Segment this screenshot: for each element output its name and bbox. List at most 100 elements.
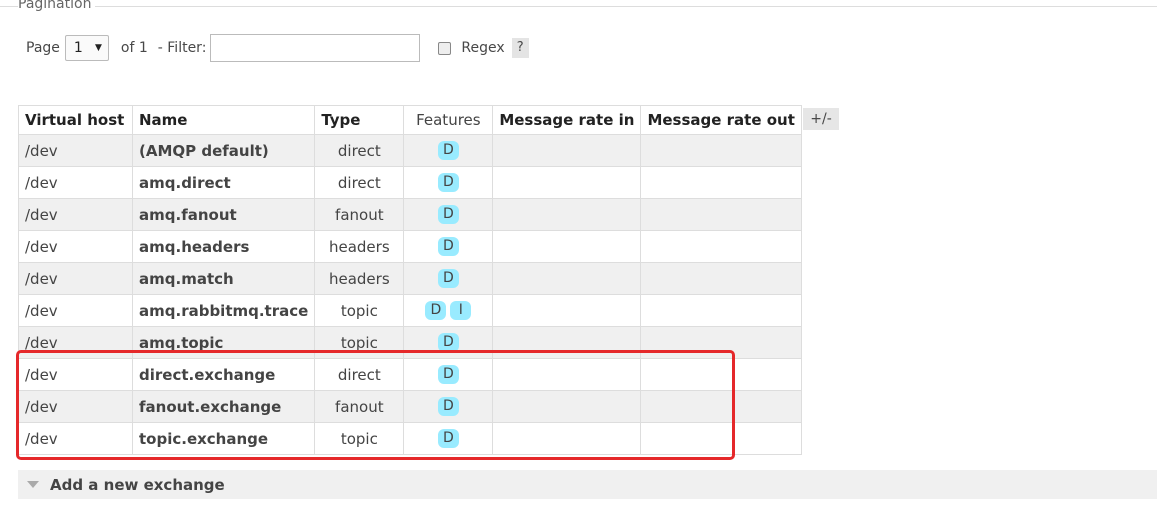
cell-message-rate-in: [492, 326, 642, 359]
cell-type: headers: [314, 262, 405, 295]
cell-message-rate-in: [492, 294, 642, 327]
cell-exchange-name-link[interactable]: amq.headers: [131, 230, 316, 263]
pagination-legend: Pagination: [18, 0, 96, 12]
cell-features: D: [403, 358, 494, 391]
cell-features: D: [403, 166, 494, 199]
cell-message-rate-in: [492, 198, 642, 231]
exchanges-table: Virtual host Name Type Features Message …: [18, 105, 802, 455]
cell-message-rate-out: [640, 166, 802, 199]
column-toggle-button[interactable]: +/-: [803, 108, 839, 130]
table-row[interactable]: /dev amq.fanout fanout D: [18, 198, 802, 231]
page-select-value: 1: [73, 40, 83, 56]
table-row[interactable]: /dev topic.exchange topic D: [18, 422, 802, 455]
table-row[interactable]: /dev amq.direct direct D: [18, 166, 802, 199]
cell-message-rate-out: [640, 358, 802, 391]
cell-exchange-name-link[interactable]: amq.fanout: [131, 198, 316, 231]
cell-virtual-host: /dev: [18, 166, 133, 199]
triangle-down-icon: [27, 481, 39, 488]
cell-exchange-name-link[interactable]: (AMQP default): [131, 134, 316, 167]
table-row[interactable]: /dev (AMQP default) direct D: [18, 134, 802, 167]
cell-exchange-name-link[interactable]: amq.topic: [131, 326, 316, 359]
table-row[interactable]: /dev direct.exchange direct D: [18, 358, 802, 391]
table-row[interactable]: /dev amq.rabbitmq.trace topic D I: [18, 294, 802, 327]
cell-virtual-host: /dev: [18, 422, 133, 455]
regex-label: Regex: [461, 40, 505, 56]
table-row[interactable]: /dev fanout.exchange fanout D: [18, 390, 802, 423]
regex-help-button[interactable]: ?: [511, 38, 529, 58]
filter-label: - Filter:: [157, 40, 207, 56]
feature-badge: D: [437, 141, 459, 160]
cell-type: topic: [314, 326, 405, 359]
cell-message-rate-out: [640, 326, 802, 359]
cell-type: topic: [314, 422, 405, 455]
header-virtual-host[interactable]: Virtual host: [18, 105, 133, 135]
cell-message-rate-in: [492, 390, 642, 423]
dropdown-arrow-icon: ▼: [94, 43, 102, 53]
table-row[interactable]: /dev amq.match headers D: [18, 262, 802, 295]
header-type[interactable]: Type: [314, 105, 405, 135]
cell-exchange-name-link[interactable]: topic.exchange: [131, 422, 316, 455]
header-message-rate-out[interactable]: Message rate out: [640, 105, 802, 135]
regex-checkbox[interactable]: [438, 41, 452, 55]
cell-type: direct: [314, 134, 405, 167]
feature-badge: I: [450, 301, 472, 320]
feature-badge: D: [437, 173, 459, 192]
cell-virtual-host: /dev: [18, 294, 133, 327]
feature-badge: D: [437, 205, 459, 224]
cell-features: DI: [403, 294, 494, 327]
cell-features: D: [403, 422, 494, 455]
cell-virtual-host: /dev: [18, 262, 133, 295]
cell-exchange-name-link[interactable]: amq.direct: [131, 166, 316, 199]
pagination-controls: Page 1 ▼ of 1 - Filter: Regex ?: [26, 33, 529, 63]
table-row[interactable]: /dev amq.topic topic D: [18, 326, 802, 359]
cell-message-rate-out: [640, 294, 802, 327]
feature-badge: D: [437, 237, 459, 256]
pagination-fieldset: Pagination: [0, 0, 1157, 12]
cell-virtual-host: /dev: [18, 326, 133, 359]
table-header-row: Virtual host Name Type Features Message …: [18, 105, 802, 135]
cell-virtual-host: /dev: [18, 198, 133, 231]
cell-exchange-name-link[interactable]: amq.match: [131, 262, 316, 295]
cell-features: D: [403, 134, 494, 167]
feature-badge: D: [437, 269, 459, 288]
cell-features: D: [403, 390, 494, 423]
cell-features: D: [403, 230, 494, 263]
page-count-label: of 1: [120, 40, 148, 56]
cell-message-rate-out: [640, 390, 802, 423]
cell-exchange-name-link[interactable]: amq.rabbitmq.trace: [131, 294, 316, 327]
header-message-rate-in[interactable]: Message rate in: [492, 105, 642, 135]
cell-message-rate-out: [640, 230, 802, 263]
add-exchange-section-toggle[interactable]: Add a new exchange: [18, 470, 1157, 499]
header-features: Features: [403, 105, 494, 135]
feature-badge: D: [437, 333, 459, 352]
page-select[interactable]: 1 ▼: [64, 35, 109, 61]
cell-message-rate-in: [492, 422, 642, 455]
cell-message-rate-in: [492, 134, 642, 167]
cell-exchange-name-link[interactable]: fanout.exchange: [131, 390, 316, 423]
cell-virtual-host: /dev: [18, 358, 133, 391]
cell-type: direct: [314, 166, 405, 199]
page-label: Page: [26, 40, 60, 56]
table-row[interactable]: /dev amq.headers headers D: [18, 230, 802, 263]
exchanges-page: Pagination Page 1 ▼ of 1 - Filter: Regex…: [0, 0, 1157, 508]
cell-features: D: [403, 262, 494, 295]
feature-badge: D: [437, 429, 459, 448]
cell-message-rate-in: [492, 166, 642, 199]
filter-input[interactable]: [210, 34, 421, 62]
cell-type: fanout: [314, 390, 405, 423]
feature-badge: D: [437, 365, 459, 384]
cell-message-rate-in: [492, 262, 642, 295]
cell-message-rate-in: [492, 358, 642, 391]
cell-virtual-host: /dev: [18, 134, 133, 167]
cell-message-rate-out: [640, 422, 802, 455]
cell-message-rate-out: [640, 262, 802, 295]
header-name[interactable]: Name: [131, 105, 316, 135]
cell-virtual-host: /dev: [18, 230, 133, 263]
feature-badge: D: [425, 301, 447, 320]
feature-badge: D: [437, 397, 459, 416]
cell-features: D: [403, 326, 494, 359]
cell-exchange-name-link[interactable]: direct.exchange: [131, 358, 316, 391]
cell-features: D: [403, 198, 494, 231]
cell-type: fanout: [314, 198, 405, 231]
cell-type: topic: [314, 294, 405, 327]
